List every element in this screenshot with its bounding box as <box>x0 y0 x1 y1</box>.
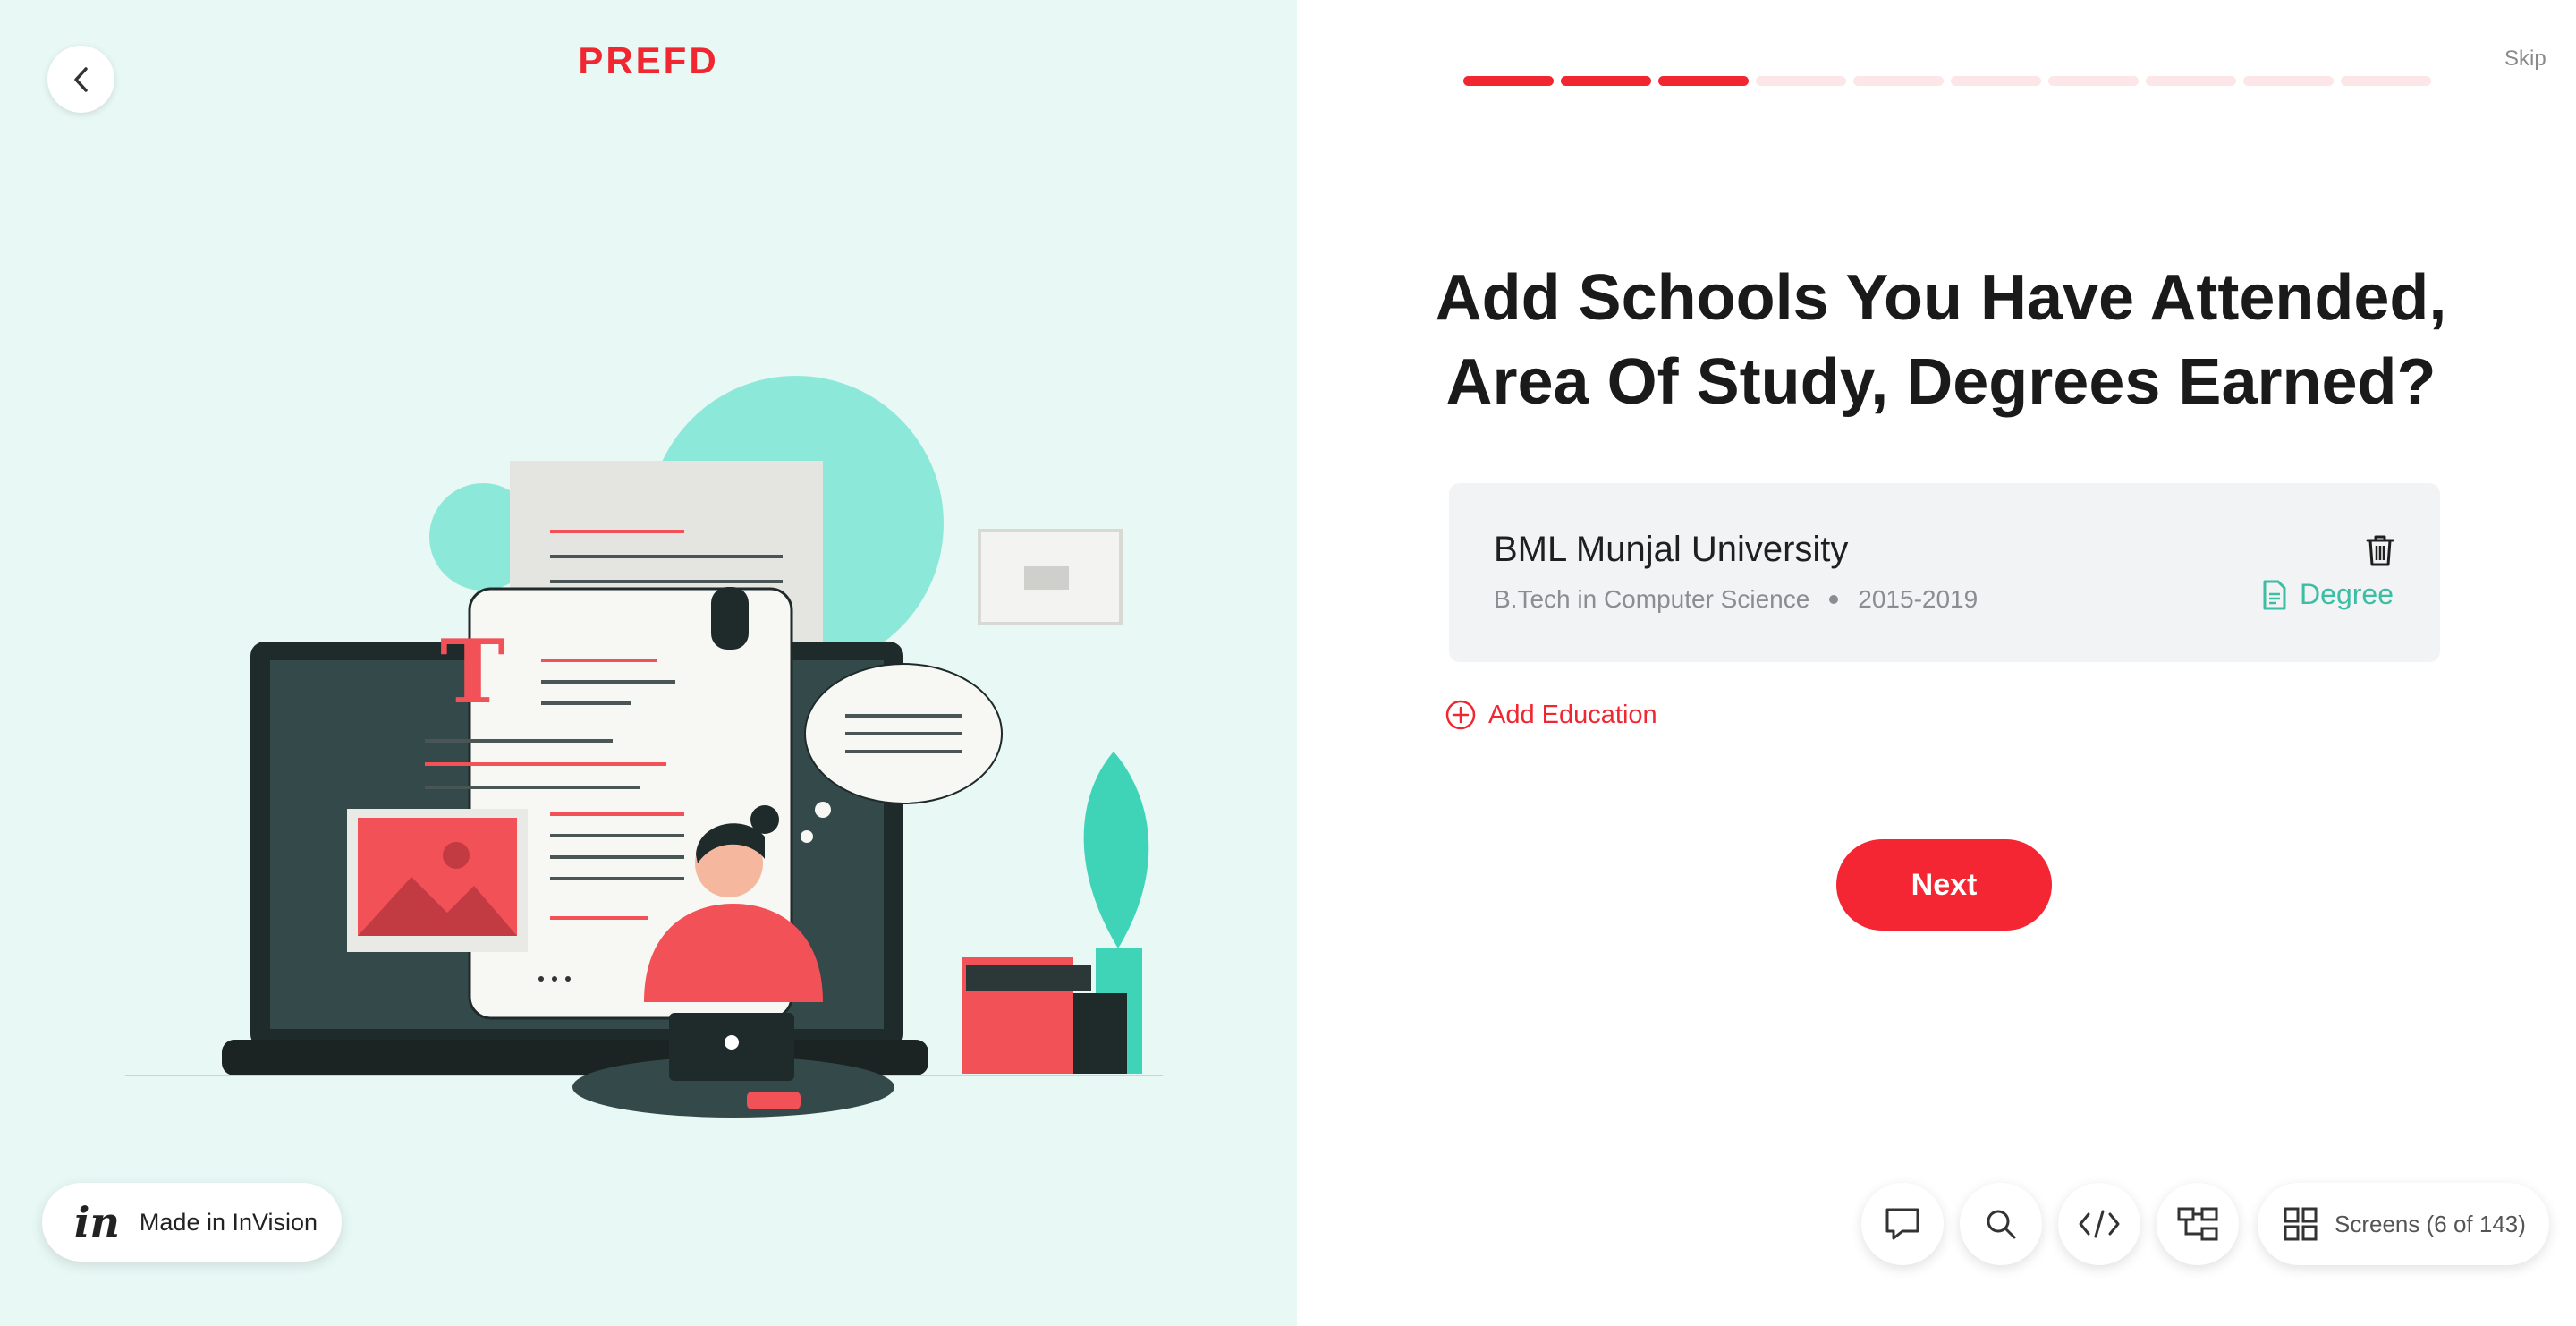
inspect-code-button[interactable] <box>2058 1183 2140 1265</box>
progress-segment <box>2146 76 2236 86</box>
education-illustration: T <box>125 376 1163 1118</box>
screens-button[interactable]: Screens (6 of 143) <box>2258 1183 2549 1265</box>
comment-button[interactable] <box>1861 1183 1944 1265</box>
progress-segment <box>1463 76 1554 86</box>
page-title: Add Schools You Have Attended, Area Of S… <box>1435 262 2447 418</box>
grid-icon <box>2284 1207 2318 1241</box>
invision-logo: in <box>74 1198 120 1246</box>
code-icon <box>2079 1210 2120 1238</box>
step-progress-bar <box>1463 76 2431 86</box>
right-panel <box>1297 0 2576 1326</box>
degree-label: Degree <box>2300 578 2394 610</box>
trash-icon[interactable] <box>2365 533 2395 567</box>
add-education-label: Add Education <box>1488 700 1657 729</box>
add-education-button[interactable]: Add Education <box>1445 700 1657 730</box>
letter-t-glyph: T <box>440 621 505 724</box>
flow-icon <box>2177 1207 2218 1241</box>
education-card[interactable]: BML Munjal University B.Tech in Computer… <box>1449 483 2440 662</box>
years-range: 2015-2019 <box>1858 585 1979 613</box>
school-name: BML Munjal University <box>1494 530 1849 569</box>
progress-segment <box>1951 76 2041 86</box>
progress-segment <box>1561 76 1651 86</box>
screens-label: Screens (6 of 143) <box>2334 1210 2526 1237</box>
progress-segment <box>1658 76 1749 86</box>
program-name: B.Tech in Computer Science <box>1494 585 1810 613</box>
flow-map-button[interactable] <box>2157 1183 2239 1265</box>
progress-segment <box>1853 76 1944 86</box>
plus-circle-icon <box>1445 700 1476 730</box>
next-button[interactable]: Next <box>1836 839 2052 931</box>
search-icon <box>1987 1210 2016 1239</box>
search-button[interactable] <box>1960 1183 2042 1265</box>
brand-logo: PREFD <box>578 39 719 81</box>
left-panel: PREFD T in Made in InVision <box>0 0 1297 1326</box>
skip-link[interactable]: Skip <box>2504 47 2546 72</box>
made-in-invision-badge[interactable]: in Made in InVision <box>42 1183 342 1262</box>
progress-segment <box>2048 76 2139 86</box>
degree-document-link[interactable]: Degree <box>2262 578 2394 611</box>
separator-dot <box>1829 595 1839 604</box>
document-icon <box>2263 580 2286 609</box>
education-meta: B.Tech in Computer Science 2015-2019 <box>1494 585 1978 614</box>
progress-segment <box>2341 76 2431 86</box>
progress-segment <box>1756 76 1846 86</box>
comment-icon <box>1885 1208 1919 1240</box>
progress-segment <box>2243 76 2334 86</box>
invision-label: Made in InVision <box>139 1208 318 1236</box>
